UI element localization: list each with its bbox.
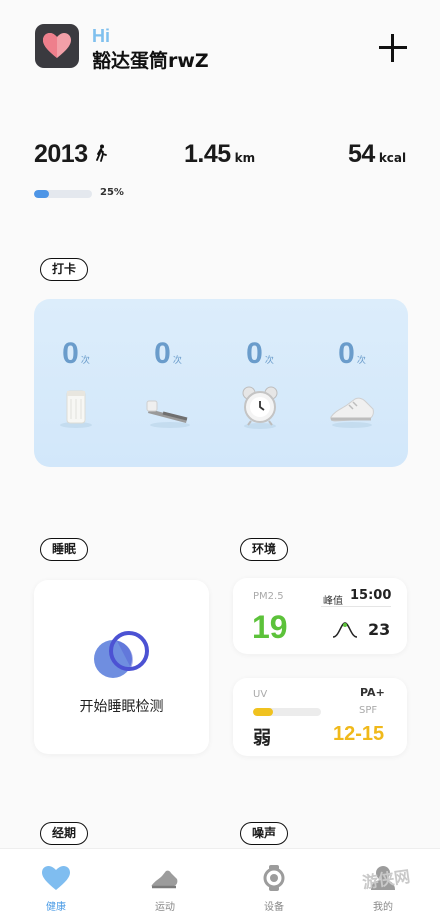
pa-value: PA+: [360, 686, 385, 699]
tab-label: 我的: [373, 902, 393, 913]
add-button[interactable]: [379, 34, 407, 62]
daily-stats[interactable]: 2013 1.45 km 54 kcal: [34, 140, 414, 180]
distance-value: 1.45: [184, 140, 231, 168]
tab-label: 运动: [155, 902, 175, 913]
calories-value: 54: [348, 140, 375, 168]
progress-track: [34, 190, 92, 198]
checkin-unit: 次: [356, 356, 366, 366]
avatar[interactable]: [35, 24, 79, 68]
uv-level: 弱: [253, 728, 271, 749]
checkin-unit: 次: [264, 356, 274, 366]
peak-value: 23: [368, 620, 391, 639]
checkin-unit: 次: [172, 356, 182, 366]
uv-card[interactable]: UV 弱 PA+ SPF 12-15: [233, 678, 407, 756]
toothbrush-icon: [146, 400, 190, 428]
section-sleep[interactable]: 睡眠: [40, 538, 89, 561]
start-sleep-detection[interactable]: 开始睡眠检测: [34, 696, 209, 716]
environment-card[interactable]: PM2.5 19 峰值 15:00 23: [233, 578, 407, 654]
uv-label: UV: [253, 689, 268, 700]
checkin-item-alarm[interactable]: 0次: [230, 337, 290, 435]
uv-level-fill: [253, 708, 274, 716]
alarm-clock-icon: [242, 386, 278, 429]
peak-time: 15:00: [350, 588, 392, 603]
heart-icon: [42, 866, 70, 890]
pm25-value: 19: [252, 609, 288, 645]
section-checkin[interactable]: 打卡: [40, 258, 89, 281]
shoe-icon: [151, 870, 178, 889]
checkin-item-exercise[interactable]: 0次: [322, 337, 382, 435]
spf-label: SPF: [359, 705, 378, 716]
progress-fill: [34, 190, 49, 198]
progress-label: 25%: [100, 187, 124, 198]
calories-unit: kcal: [378, 151, 407, 165]
peak-label: 峰值: [323, 596, 343, 607]
sleep-rings-icon: [94, 631, 149, 678]
checkin-card[interactable]: 0次 0次 0次 0次: [34, 299, 408, 467]
divider: [321, 606, 391, 607]
walking-icon: [95, 144, 107, 162]
checkin-count: 0: [246, 337, 263, 370]
username: 豁达蛋筒rwZ: [92, 50, 209, 72]
steps-value: 2013: [34, 140, 88, 168]
checkin-item-water[interactable]: 0次: [46, 337, 106, 435]
peak-curve-icon: [332, 622, 358, 638]
uv-level-bar: [253, 708, 321, 716]
greeting: Hi: [92, 26, 110, 46]
tab-device[interactable]: 设备: [244, 865, 304, 913]
sleep-card[interactable]: 开始睡眠检测: [34, 580, 209, 754]
section-noise[interactable]: 噪声: [240, 822, 289, 845]
section-period[interactable]: 经期: [40, 822, 89, 845]
goal-progress: 25%: [34, 187, 164, 201]
tab-sport[interactable]: 运动: [135, 865, 195, 913]
checkin-count: 0: [338, 337, 355, 370]
tab-label: 设备: [264, 902, 284, 913]
checkin-unit: 次: [80, 356, 90, 366]
checkin-item-brush[interactable]: 0次: [138, 337, 198, 435]
tab-health[interactable]: 健康: [26, 865, 86, 913]
distance-unit: km: [234, 151, 256, 165]
cup-icon: [60, 390, 92, 428]
pm25-label: PM2.5: [253, 591, 284, 602]
watch-icon: [263, 865, 285, 891]
sneaker-icon: [330, 397, 374, 428]
section-environment[interactable]: 环境: [240, 538, 289, 561]
heart-icon: [43, 33, 71, 58]
checkin-count: 0: [62, 337, 79, 370]
spf-value: 12-15: [333, 723, 385, 745]
tab-label: 健康: [46, 902, 66, 913]
header: Hi 豁达蛋筒rwZ: [35, 24, 415, 74]
checkin-count: 0: [154, 337, 171, 370]
